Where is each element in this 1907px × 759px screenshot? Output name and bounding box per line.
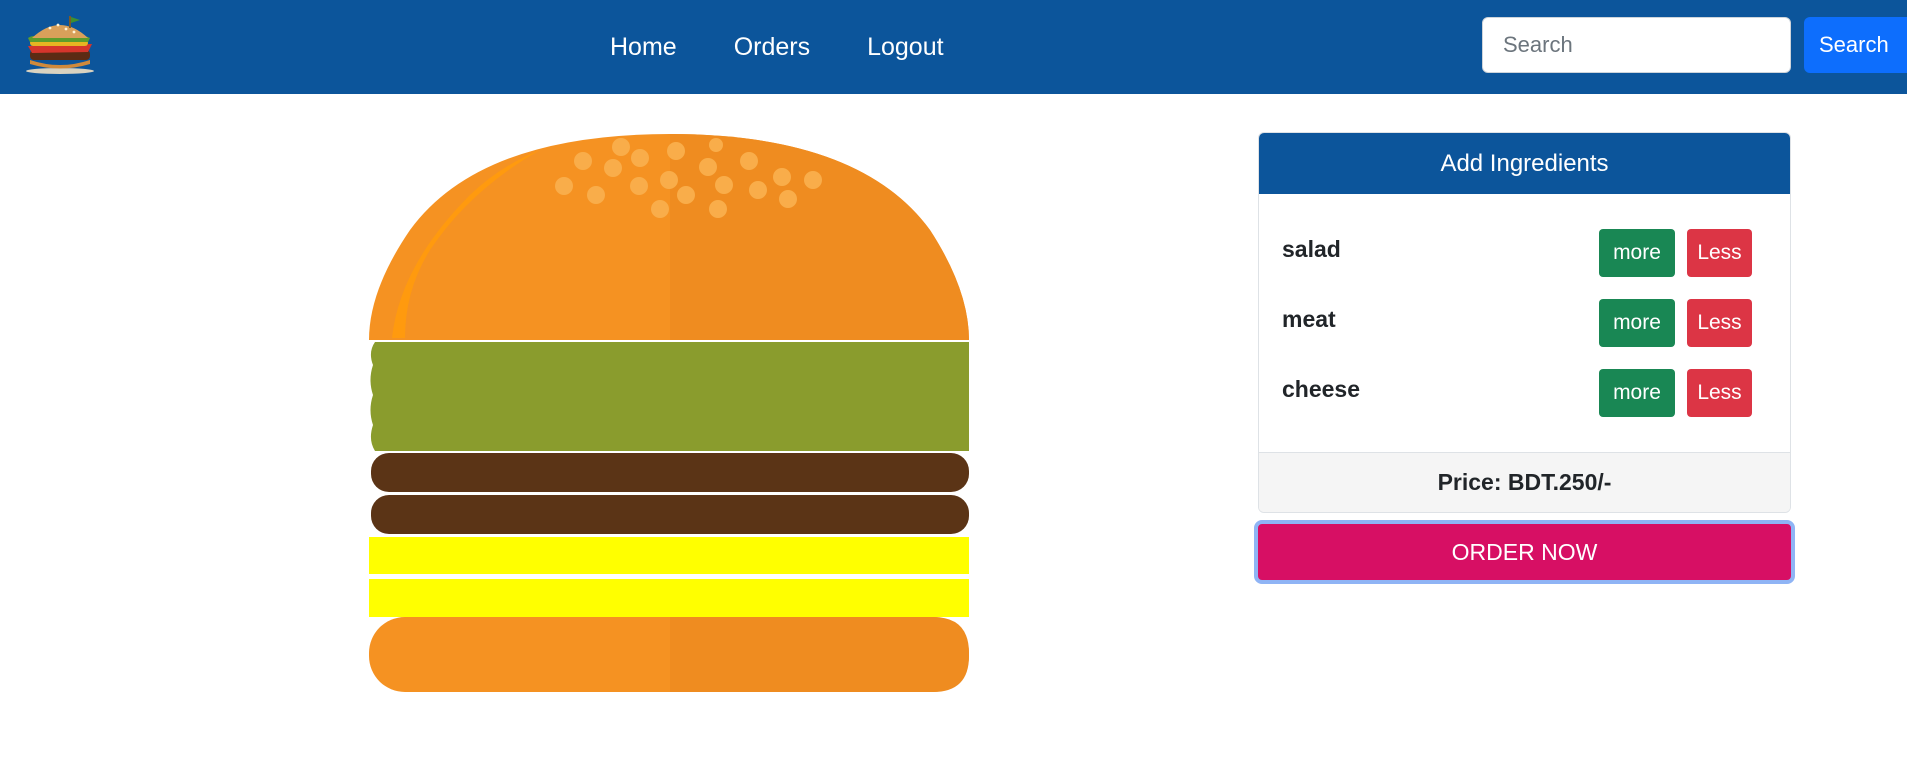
ingredient-row-cheese: cheese more Less — [1258, 369, 1789, 417]
bread-top — [369, 134, 969, 340]
ingredient-label: salad — [1282, 236, 1341, 262]
ingredient-label: cheese — [1282, 376, 1361, 402]
cheese-more-button[interactable]: more — [1599, 369, 1675, 417]
bread-bottom — [369, 617, 969, 692]
cheese-layer — [369, 579, 969, 617]
cheese-less-button[interactable]: Less — [1687, 369, 1752, 417]
salad-less-button[interactable]: Less — [1687, 229, 1752, 277]
ingredient-row-meat: meat more Less — [1258, 299, 1789, 347]
navbar: Home Orders Logout Search — [0, 0, 1907, 94]
meat-less-button[interactable]: Less — [1687, 299, 1752, 347]
search-input[interactable] — [1482, 17, 1791, 73]
meat-layer — [371, 453, 969, 492]
nav-home-link[interactable]: Home — [610, 33, 677, 62]
salad-layer — [370, 342, 969, 451]
ingredient-label: meat — [1282, 306, 1336, 332]
meat-layer — [371, 495, 969, 534]
burger-logo-icon[interactable] — [22, 16, 98, 74]
search-button[interactable]: Search — [1804, 17, 1907, 73]
cheese-layer — [369, 537, 969, 574]
price-label: Price: BDT.250/- — [1259, 452, 1790, 512]
order-now-button[interactable]: ORDER NOW — [1254, 520, 1795, 584]
nav-orders-link[interactable]: Orders — [734, 33, 810, 62]
nav-logout-link[interactable]: Logout — [867, 33, 943, 62]
ingredient-row-salad: salad more Less — [1258, 229, 1789, 277]
meat-more-button[interactable]: more — [1599, 299, 1675, 347]
nav-links: Home Orders Logout — [610, 0, 1001, 94]
salad-more-button[interactable]: more — [1599, 229, 1675, 277]
card-header: Add Ingredients — [1259, 133, 1790, 194]
